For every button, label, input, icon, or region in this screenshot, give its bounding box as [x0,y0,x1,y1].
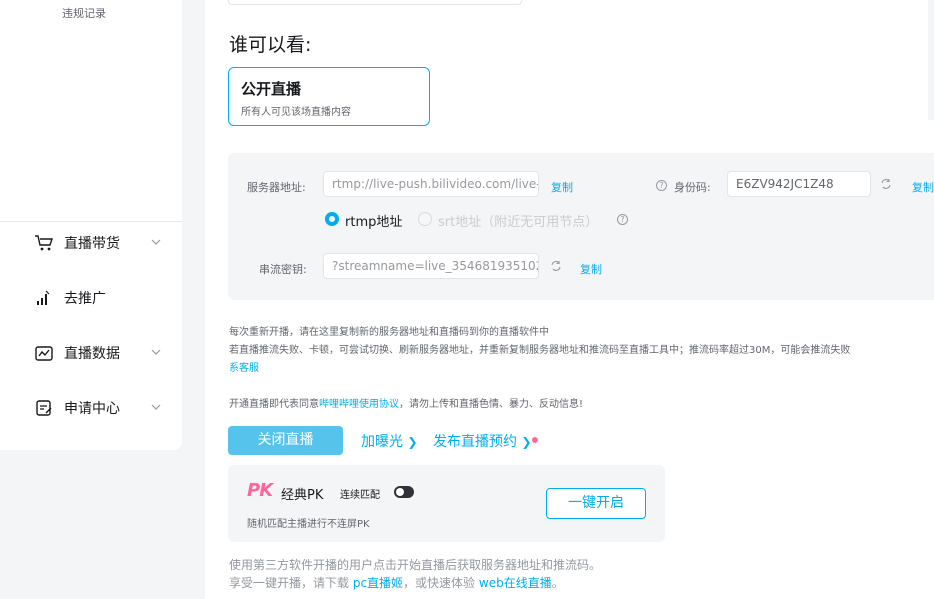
notice-line-1: 每次重新开播，请在这里复制新的服务器地址和直播码到你的直播软件中 [229,327,549,338]
footer-line-1: 使用第三方软件开播的用户点击开始直播后获取服务器地址和推流码。 [229,558,602,572]
web-live-link[interactable]: web在线直播 [479,576,552,590]
chevron-right-icon: ❯ [521,435,532,449]
sidebar-item-live-data[interactable]: 直播数据 [0,338,182,368]
visibility-option-public[interactable]: 公开直播 所有人可见该场直播内容 [228,67,430,126]
sidebar-item-label: 申请中心 [64,401,120,417]
identity-code-field[interactable]: E6ZV942JC1Z48 [727,171,871,197]
help-icon[interactable]: ? [656,180,667,191]
sidebar: 违规记录 直播带货 去推广 直播数据 申请中心 [0,0,182,450]
footer-line-2: 享受一键开播，请下载 pc直播姬，或快速体验 web在线直播。 [229,574,564,591]
visibility-option-desc: 所有人可见该场直播内容 [241,107,351,118]
pk-desc: 随机匹配主播进行不连屏PK [247,519,370,530]
copy-key-button[interactable]: 复制 [580,261,602,277]
pk-card: PK 经典PK 连续匹配 随机匹配主播进行不连屏PK 一键开启 [228,465,665,542]
sidebar-divider [0,221,182,222]
footer-suffix: 。 [551,576,564,590]
user-agreement-link[interactable]: 哔哩哔哩使用协议 [319,399,399,410]
stream-key-field[interactable]: ?streamname=live_354681935102196 [323,253,539,279]
sidebar-item-promote[interactable]: 去推广 [0,283,182,313]
footer-prefix: 享受一键开播，请下载 [229,576,353,590]
copy-server-button[interactable]: 复制 [551,179,573,195]
agreement-suffix: ，请勿上传和直播色情、暴力、反动信息! [399,399,584,410]
notice-line-2: 若直播推流失败、卡顿，可尝试切换、刷新服务器地址，并重新复制服务器地址和推流码至… [229,345,851,356]
publish-reservation-label: 发布直播预约 [433,434,517,450]
continuous-match-label: 连续匹配 [340,490,380,501]
rtmp-radio[interactable] [325,212,339,226]
right-panel-edge [928,0,934,120]
pc-streamer-link[interactable]: pc直播姬 [353,576,403,590]
stream-key-label: 串流密钥: [259,263,307,276]
stream-settings-panel: 服务器地址: rtmp://live-push.bilivideo.com/li… [228,153,934,300]
boost-label: 加曝光 [361,434,403,450]
sidebar-item-live-commerce[interactable]: 直播带货 [0,228,182,258]
publish-reservation-link[interactable]: 发布直播预约 ❯ [433,431,532,451]
visibility-option-title: 公开直播 [241,80,302,98]
srt-radio[interactable] [418,212,432,226]
sidebar-item-application-center[interactable]: 申请中心 [0,393,182,423]
continuous-match-toggle[interactable] [394,486,414,498]
pk-title: 经典PK [281,488,324,503]
one-click-start-button[interactable]: 一键开启 [546,488,646,519]
chevron-down-icon [151,349,161,355]
sidebar-item-label: 直播数据 [64,346,120,362]
title-input-bottom-edge[interactable] [228,0,522,5]
srt-help-icon[interactable]: ? [617,214,628,225]
copy-identity-button[interactable]: 复制 [912,179,934,195]
identity-code-label: 身份码: [674,181,711,194]
rtmp-label[interactable]: rtmp地址 [345,211,402,230]
refresh-key-icon[interactable] [549,259,563,273]
footer-mid: ，或快速体验 [403,576,479,590]
chevron-right-icon: ❯ [407,435,418,449]
refresh-icon[interactable] [879,177,893,191]
sidebar-item-violation-record[interactable]: 违规记录 [0,5,168,21]
sidebar-item-label: 去推广 [64,291,106,307]
boost-exposure-link[interactable]: 加曝光 ❯ [361,431,418,451]
promote-chart-icon [37,290,50,305]
cart-icon [35,235,53,251]
data-chart-icon [35,346,53,361]
server-address-field[interactable]: rtmp://live-push.bilivideo.com/live-bv [323,171,539,197]
sidebar-item-label: 直播带货 [64,236,120,252]
chevron-down-icon [151,404,161,410]
chevron-down-icon [151,239,161,245]
close-live-button[interactable]: 关闭直播 [228,426,343,455]
visibility-title: 谁可以看: [229,34,312,56]
srt-label[interactable]: srt地址（附近无可用节点） [438,211,598,230]
agreement-notice: 开通直播即代表同意哔哩哔哩使用协议，请勿上传和直播色情、暴力、反动信息! [229,395,583,410]
contact-support-link[interactable]: 系客服 [229,359,259,374]
main-content: 谁可以看: 公开直播 所有人可见该场直播内容 服务器地址: rtmp://liv… [205,0,934,599]
pk-logo: PK [247,480,273,501]
new-indicator-dot [532,437,538,443]
agreement-prefix: 开通直播即代表同意 [229,399,319,410]
server-address-label: 服务器地址: [247,181,306,194]
application-edit-icon [36,400,52,416]
